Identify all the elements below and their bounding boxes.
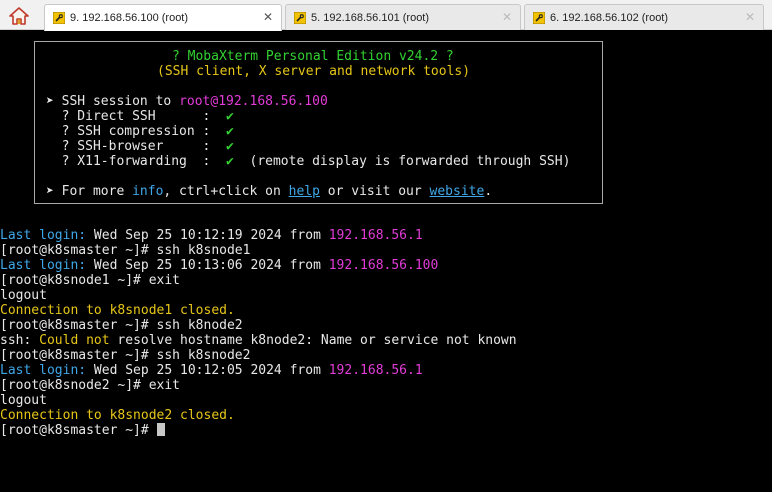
banner-option: ? SSH compression : ✔ (46, 124, 234, 139)
terminal-text: Wed Sep 25 10:13:06 2024 from (86, 258, 329, 273)
terminal-line: Last login: Wed Sep 25 10:12:05 2024 fro… (0, 363, 423, 378)
terminal-text: 192.168.56.1 (328, 228, 423, 243)
check-icon: ✔ (226, 109, 234, 124)
prompt-line[interactable]: [root@k8smaster ~]# (0, 423, 165, 438)
terminal-line: Last login: Wed Sep 25 10:13:06 2024 fro… (0, 258, 438, 273)
terminal-line: [root@k8snode2 ~]# exit (0, 378, 180, 393)
terminal-text: Wed Sep 25 10:12:05 2024 from (86, 363, 329, 378)
tab-session-9[interactable]: 9. 192.168.56.100 (root) ✕ (44, 4, 282, 31)
terminal-text: [root@k8smaster ~]# ssh k8snode2 (0, 348, 251, 363)
close-icon[interactable]: ✕ (502, 10, 512, 24)
terminal-line: [root@k8smaster ~]# ssh k8snode2 (0, 348, 250, 363)
terminal-text: 192.168.56.100 (328, 258, 439, 273)
shell-prompt: [root@k8smaster ~]# (0, 423, 157, 438)
terminal-line: logout (0, 288, 47, 303)
tab-bar: 9. 192.168.56.100 (root) ✕ 5. 192.168.56… (0, 0, 772, 31)
terminal-line: [root@k8smaster ~]# ssh k8node2 (0, 318, 243, 333)
website-link[interactable]: website (430, 184, 485, 199)
tab-label: 6. 192.168.56.102 (root) (550, 11, 669, 24)
terminal-text: resolve hostname k8node2: Name or servic… (109, 333, 517, 348)
terminal-text: Could not (39, 333, 110, 348)
banner-more-line: ➤ For more info, ctrl+click on help or v… (46, 184, 493, 199)
session-prefix: ➤ SSH session to (46, 94, 180, 109)
text-cursor (156, 423, 165, 436)
terminal-line: [root@k8smaster ~]# ssh k8snode1 (0, 243, 250, 258)
tab-session-6[interactable]: 6. 192.168.56.102 (root) ✕ (524, 4, 764, 30)
close-icon[interactable]: ✕ (263, 10, 273, 24)
terminal-text: logout (0, 288, 47, 303)
terminal-text: Last login: (0, 363, 87, 378)
terminal-line: [root@k8snode1 ~]# exit (0, 273, 180, 288)
terminal-text: Last login: (0, 258, 87, 273)
terminal-text: Last login: (0, 228, 87, 243)
banner-title: ? MobaXterm Personal Edition v24.2 ? (172, 49, 454, 64)
terminal[interactable]: ? MobaXterm Personal Edition v24.2 ? (SS… (0, 31, 772, 492)
terminal-text: logout (0, 393, 47, 408)
terminal-text: [root@k8smaster ~]# ssh k8snode1 (0, 243, 251, 258)
info-link[interactable]: info (132, 184, 163, 199)
terminal-line: Connection to k8snode2 closed. (0, 408, 235, 423)
wrench-icon (533, 11, 545, 24)
wrench-icon (53, 12, 65, 24)
terminal-line: Connection to k8snode1 closed. (0, 303, 235, 318)
home-icon (9, 7, 29, 25)
terminal-line: Last login: Wed Sep 25 10:12:19 2024 fro… (0, 228, 423, 243)
tab-label: 9. 192.168.56.100 (root) (70, 12, 189, 24)
terminal-text: Wed Sep 25 10:12:19 2024 from (86, 228, 329, 243)
terminal-text: ssh: (0, 333, 40, 348)
terminal-line: logout (0, 393, 47, 408)
check-icon: ✔ (226, 139, 234, 154)
tab-session-5[interactable]: 5. 192.168.56.101 (root) ✕ (285, 4, 521, 30)
help-link[interactable]: help (289, 184, 320, 199)
banner-session-line: ➤ SSH session to root@192.168.56.100 (46, 94, 328, 109)
check-icon: ✔ (226, 124, 234, 139)
close-icon[interactable]: ✕ (745, 10, 755, 24)
terminal-line: ssh: Could not resolve hostname k8node2:… (0, 333, 517, 348)
banner-option: ? SSH-browser : ✔ (46, 139, 234, 154)
wrench-icon (294, 11, 306, 24)
terminal-text: Connection to k8snode1 closed. (0, 303, 235, 318)
terminal-text: [root@k8snode2 ~]# exit (0, 378, 181, 393)
terminal-text: Connection to k8snode2 closed. (0, 408, 235, 423)
terminal-text: [root@k8smaster ~]# ssh k8node2 (0, 318, 243, 333)
banner-subtitle: (SSH client, X server and network tools) (157, 64, 471, 79)
tab-label: 5. 192.168.56.101 (root) (311, 11, 430, 24)
banner-option: ? Direct SSH : ✔ (46, 109, 234, 124)
banner-option: ? X11-forwarding : ✔ (remote display is … (46, 154, 571, 169)
session-target: root@192.168.56.100 (179, 94, 328, 109)
terminal-text: [root@k8snode1 ~]# exit (0, 273, 181, 288)
home-tab-button[interactable] (4, 3, 34, 29)
check-icon: ✔ (226, 154, 234, 169)
terminal-text: 192.168.56.1 (328, 363, 423, 378)
